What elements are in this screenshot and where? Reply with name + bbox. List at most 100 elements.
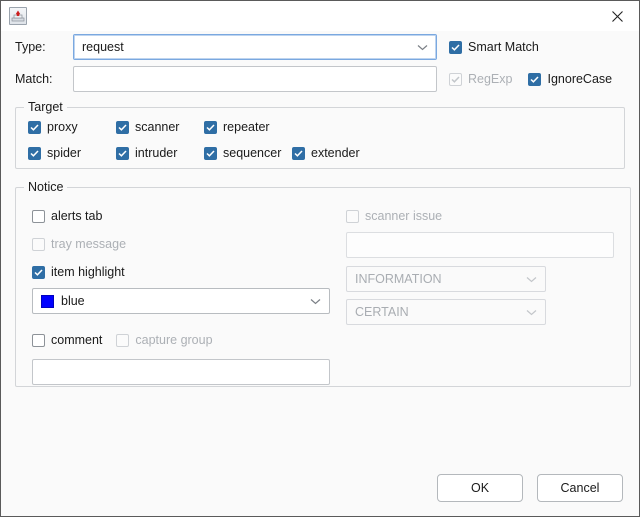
close-button[interactable] <box>595 1 639 31</box>
target-checkbox-intruder[interactable]: intruder <box>116 146 204 160</box>
check-icon <box>206 123 215 131</box>
alerts-tab-label: alerts tab <box>51 209 103 223</box>
tray-message-checkbox: tray message <box>32 237 126 251</box>
smart-match-checkbox[interactable]: Smart Match <box>449 40 539 54</box>
check-icon <box>451 43 460 51</box>
capture-group-label: capture group <box>135 333 213 347</box>
target-label-extender: extender <box>311 146 360 160</box>
check-icon <box>34 268 43 276</box>
target-checkbox-repeater[interactable]: repeater <box>204 120 292 134</box>
target-row-2: spider intruder sequencer extender <box>16 140 624 166</box>
item-highlight-row: item highlight <box>32 258 346 286</box>
issue-name-input <box>346 232 614 258</box>
checkbox-box <box>116 120 129 134</box>
item-highlight-checkbox[interactable]: item highlight <box>32 265 125 279</box>
tray-message-row: tray message <box>32 230 346 258</box>
severity-value: INFORMATION <box>355 272 442 286</box>
alerts-tab-checkbox[interactable]: alerts tab <box>32 209 102 223</box>
app-icon <box>9 7 27 25</box>
checkbox-box <box>32 333 45 347</box>
tray-message-label: tray message <box>51 237 127 251</box>
target-checkbox-spider[interactable]: spider <box>28 146 116 160</box>
ignorecase-checkbox[interactable]: IgnoreCase <box>528 72 612 86</box>
target-group: Target proxy scanner repeater spider int… <box>15 100 625 169</box>
match-row: Match: RegExp IgnoreCase <box>15 63 625 95</box>
comment-row: comment capture group <box>32 326 346 354</box>
match-options: RegExp IgnoreCase <box>449 72 612 86</box>
checkbox-box <box>204 146 217 160</box>
checkbox-box <box>32 265 45 279</box>
checkbox-box <box>28 120 41 134</box>
ignorecase-label: IgnoreCase <box>547 72 613 86</box>
close-icon <box>611 10 623 22</box>
highlight-color-value: blue <box>61 294 85 308</box>
checkbox-box <box>204 120 217 134</box>
chevron-down-icon <box>526 305 537 319</box>
target-label-spider: spider <box>47 146 82 160</box>
issue-name-row <box>346 230 614 260</box>
target-checkbox-proxy[interactable]: proxy <box>28 120 116 134</box>
confidence-row: CERTAIN <box>346 297 614 327</box>
alerts-tab-row: alerts tab <box>32 202 346 230</box>
checkbox-box <box>528 72 542 86</box>
checkbox-box <box>449 72 462 86</box>
dialog-content: Type: request Smart Match Match: RegExp … <box>1 31 639 460</box>
target-row-1: proxy scanner repeater <box>16 114 624 140</box>
notice-legend: Notice <box>24 180 68 194</box>
regexp-label: RegExp <box>468 72 513 86</box>
severity-select: INFORMATION <box>346 266 546 292</box>
chevron-down-icon <box>417 40 428 54</box>
smart-match-group: Smart Match <box>449 40 539 54</box>
regexp-checkbox: RegExp <box>449 72 512 86</box>
confidence-select: CERTAIN <box>346 299 546 325</box>
chevron-down-icon <box>310 294 321 308</box>
checkbox-box <box>28 146 41 160</box>
cancel-button[interactable]: Cancel <box>537 474 623 502</box>
checkbox-box <box>116 146 129 160</box>
scanner-issue-label: scanner issue <box>365 209 443 223</box>
target-label-scanner: scanner <box>135 120 180 134</box>
title-bar <box>1 1 639 31</box>
check-icon <box>30 123 39 131</box>
notice-body: alerts tab tray message item highlight b… <box>16 188 630 385</box>
target-label-intruder: intruder <box>135 146 178 160</box>
checkbox-box <box>32 209 45 223</box>
scanner-issue-checkbox: scanner issue <box>346 209 442 223</box>
target-legend: Target <box>24 100 67 114</box>
check-icon <box>451 75 460 83</box>
check-icon <box>530 75 540 83</box>
dialog-window: Type: request Smart Match Match: RegExp … <box>0 0 640 517</box>
capture-group-checkbox: capture group <box>116 333 213 347</box>
type-row: Type: request Smart Match <box>15 31 625 63</box>
check-icon <box>206 149 215 157</box>
smart-match-label: Smart Match <box>468 40 539 54</box>
type-label: Type: <box>15 40 46 54</box>
ok-button[interactable]: OK <box>437 474 523 502</box>
target-checkbox-scanner[interactable]: scanner <box>116 120 204 134</box>
checkbox-box <box>449 40 462 54</box>
target-checkbox-extender[interactable]: extender <box>292 146 360 160</box>
check-icon <box>118 123 127 131</box>
confidence-value: CERTAIN <box>355 305 409 319</box>
highlight-color-select[interactable]: blue <box>32 288 330 314</box>
type-select-value: request <box>82 40 124 54</box>
notice-group: Notice alerts tab tray message item high… <box>15 180 631 387</box>
check-icon <box>30 149 39 157</box>
match-input[interactable] <box>73 66 437 92</box>
comment-label: comment <box>51 333 103 347</box>
checkbox-box <box>32 237 45 251</box>
target-checkbox-sequencer[interactable]: sequencer <box>204 146 292 160</box>
comment-input[interactable] <box>32 358 330 385</box>
type-select[interactable]: request <box>73 34 437 60</box>
chevron-down-icon <box>526 272 537 286</box>
match-label: Match: <box>15 72 53 86</box>
severity-row: INFORMATION <box>346 264 614 294</box>
checkbox-box <box>116 333 130 347</box>
comment-input-row <box>32 354 346 385</box>
notice-left-column: alerts tab tray message item highlight b… <box>16 202 346 385</box>
notice-right-column: scanner issue INFORMATION CERTAIN <box>346 202 630 384</box>
comment-checkbox[interactable]: comment <box>32 333 102 347</box>
dialog-footer: OK Cancel <box>1 460 639 516</box>
checkbox-box <box>292 146 305 160</box>
color-swatch <box>41 294 54 308</box>
